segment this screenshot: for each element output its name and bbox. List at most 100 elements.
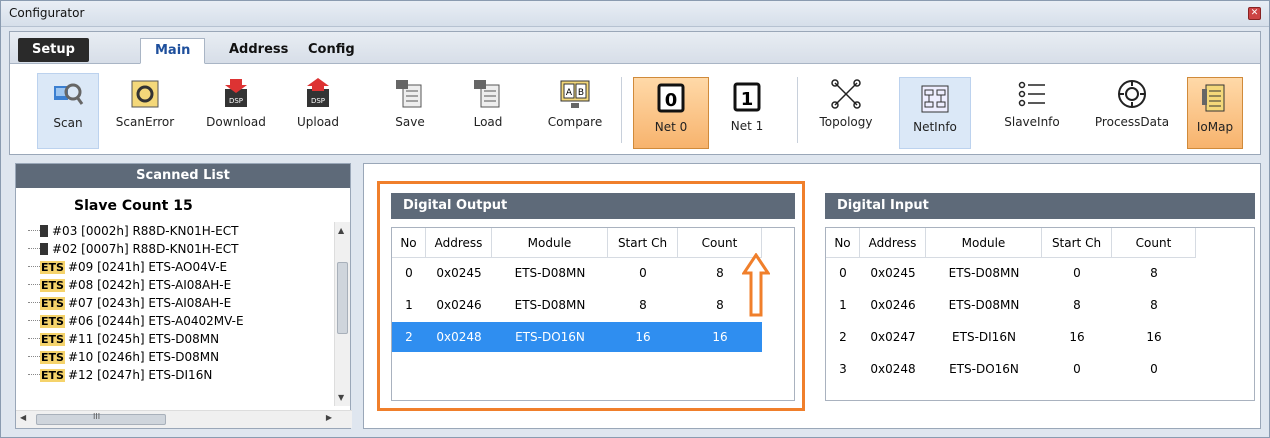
net0-label: Net 0 bbox=[654, 120, 688, 134]
table-cell: ETS-D08MN bbox=[948, 266, 1020, 280]
net1-label: Net 1 bbox=[730, 119, 764, 133]
tree-connector bbox=[28, 366, 40, 375]
digital-input-grid[interactable]: No Address Module Start Ch Count 0 0x0245 ETS-D… bbox=[825, 227, 1255, 401]
digital-input-panel: Digital Input No Address Module Start Ch Cou… bbox=[825, 193, 1255, 401]
tree-item[interactable]: ETS #06 [0244h] ETS-A0402MV-E bbox=[16, 312, 334, 330]
upload-button[interactable]: DSP Upload bbox=[285, 73, 351, 149]
save-button[interactable]: Save bbox=[385, 73, 435, 149]
column-header[interactable]: Module bbox=[926, 228, 1042, 258]
scanned-list-panel: Scanned List Slave Count 15 #03 [0002h] … bbox=[15, 163, 352, 429]
save-icon bbox=[396, 80, 422, 108]
table-cell: 0 bbox=[839, 266, 847, 280]
iomap-button[interactable]: IoMap bbox=[1187, 77, 1243, 149]
toolbar-separator bbox=[621, 77, 622, 143]
net1-icon: 1 bbox=[733, 82, 761, 112]
svg-text:1: 1 bbox=[741, 89, 754, 110]
scan-label: Scan bbox=[53, 116, 83, 130]
svg-text:A: A bbox=[566, 88, 573, 98]
slaveinfo-icon bbox=[1018, 81, 1045, 107]
column-header[interactable]: No bbox=[826, 228, 860, 258]
tree-item-label: #12 [0247h] ETS-DI16N bbox=[67, 368, 213, 382]
tree-item-label: #08 [0242h] ETS-AI08AH-E bbox=[67, 278, 232, 292]
processdata-icon bbox=[1118, 80, 1146, 108]
scanned-tree[interactable]: #03 [0002h] R88D-KN01H-ECT #02 [0007h] R8… bbox=[16, 222, 334, 406]
table-row[interactable]: 1 0x0246 ETS-D08MN 8 8 bbox=[826, 290, 1196, 320]
svg-text:DSP: DSP bbox=[311, 97, 325, 105]
save-label: Save bbox=[395, 115, 425, 129]
tree-item-label: #11 [0245h] ETS-D08MN bbox=[67, 332, 220, 346]
netinfo-button[interactable]: NetInfo bbox=[899, 77, 971, 149]
grid-header-row: No Address Module Start Ch Count bbox=[826, 228, 1196, 258]
net0-button[interactable]: 0 Net 0 bbox=[633, 77, 709, 149]
tree-item[interactable]: ETS #09 [0241h] ETS-AO04V-E bbox=[16, 258, 334, 276]
hscroll-thumb[interactable]: III bbox=[36, 412, 166, 425]
scroll-left-icon[interactable]: ◀ bbox=[20, 413, 26, 422]
netinfo-label: NetInfo bbox=[913, 120, 957, 134]
column-header[interactable]: Start Ch bbox=[1042, 228, 1112, 258]
vertical-scrollbar[interactable]: ▲ ▼ bbox=[334, 222, 350, 406]
scroll-up-icon[interactable]: ▲ bbox=[338, 226, 344, 235]
net1-button[interactable]: 1 Net 1 bbox=[717, 77, 777, 153]
net0-icon: 0 bbox=[657, 83, 685, 113]
column-header[interactable]: Count bbox=[1112, 228, 1196, 258]
tree-item[interactable]: ETS #11 [0245h] ETS-D08MN bbox=[16, 330, 334, 348]
table-row[interactable]: 3 0x0248 ETS-DO16N 0 0 bbox=[826, 354, 1196, 384]
tab-config[interactable]: Config bbox=[294, 38, 369, 64]
table-cell: ETS-D08MN bbox=[948, 298, 1020, 312]
scroll-down-icon[interactable]: ▼ bbox=[338, 393, 344, 402]
ets-badge-icon: ETS bbox=[40, 315, 65, 328]
processdata-button[interactable]: ProcessData bbox=[1089, 73, 1175, 149]
tree-item[interactable]: ETS #07 [0243h] ETS-AI08AH-E bbox=[16, 294, 334, 312]
svg-text:DSP: DSP bbox=[229, 97, 243, 105]
load-button[interactable]: Load bbox=[463, 73, 513, 149]
tree-item[interactable]: #03 [0002h] R88D-KN01H-ECT bbox=[16, 222, 334, 240]
tree-connector bbox=[28, 330, 40, 339]
tab-main[interactable]: Main bbox=[140, 38, 206, 64]
topology-button[interactable]: Topology bbox=[813, 73, 879, 149]
column-header[interactable]: Address bbox=[860, 228, 926, 258]
horizontal-scrollbar[interactable]: ◀ III ▶ bbox=[16, 410, 352, 428]
scan-error-icon bbox=[131, 80, 159, 108]
scroll-thumb[interactable] bbox=[337, 262, 348, 334]
table-cell: 8 bbox=[1150, 298, 1158, 312]
compare-button[interactable]: AB Compare bbox=[539, 73, 611, 149]
table-cell: 0x0246 bbox=[870, 298, 916, 312]
table-cell: 0x0245 bbox=[870, 266, 916, 280]
table-cell: 0 bbox=[1150, 362, 1158, 376]
tree-item-label: #02 [0007h] R88D-KN01H-ECT bbox=[52, 242, 239, 256]
tab-address[interactable]: Address bbox=[215, 38, 302, 64]
table-cell: 2 bbox=[839, 330, 847, 344]
tab-setup[interactable]: Setup bbox=[18, 38, 89, 62]
close-icon[interactable]: ✕ bbox=[1248, 7, 1261, 20]
table-row[interactable]: 0 0x0245 ETS-D08MN 0 8 bbox=[826, 258, 1196, 288]
scroll-right-icon[interactable]: ▶ bbox=[326, 413, 332, 422]
table-cell: 8 bbox=[1073, 298, 1081, 312]
download-button[interactable]: DSP Download bbox=[197, 73, 275, 149]
scan-error-button[interactable]: ScanError bbox=[109, 73, 181, 149]
tree-connector bbox=[28, 240, 40, 249]
table-cell: 0x0247 bbox=[870, 330, 916, 344]
table-cell: 3 bbox=[839, 362, 847, 376]
tree-item[interactable]: ETS #10 [0246h] ETS-D08MN bbox=[16, 348, 334, 366]
slaveinfo-button[interactable]: SlaveInfo bbox=[999, 73, 1065, 149]
tree-item[interactable]: ETS #12 [0247h] ETS-DI16N bbox=[16, 366, 334, 384]
servo-icon bbox=[40, 243, 48, 255]
tree-item-label: #06 [0244h] ETS-A0402MV-E bbox=[67, 314, 244, 328]
ets-badge-icon: ETS bbox=[40, 351, 65, 364]
slaveinfo-label: SlaveInfo bbox=[1004, 115, 1060, 129]
download-label: Download bbox=[206, 115, 266, 129]
netinfo-icon bbox=[921, 85, 949, 113]
table-cell: 0 bbox=[1073, 362, 1081, 376]
tree-item[interactable]: #02 [0007h] R88D-KN01H-ECT bbox=[16, 240, 334, 258]
scan-button[interactable]: Scan bbox=[37, 73, 99, 149]
title-bar: Configurator ✕ bbox=[1, 1, 1269, 27]
tree-connector bbox=[28, 222, 40, 231]
table-cell: 8 bbox=[1150, 266, 1158, 280]
svg-text:0: 0 bbox=[665, 90, 678, 111]
up-arrow-icon bbox=[742, 253, 770, 317]
ets-badge-icon: ETS bbox=[40, 297, 65, 310]
tree-connector bbox=[28, 258, 40, 267]
tree-item[interactable]: ETS #08 [0242h] ETS-AI08AH-E bbox=[16, 276, 334, 294]
scanned-list-header: Scanned List bbox=[16, 164, 350, 188]
table-row[interactable]: 2 0x0247 ETS-DI16N 16 16 bbox=[826, 322, 1196, 352]
